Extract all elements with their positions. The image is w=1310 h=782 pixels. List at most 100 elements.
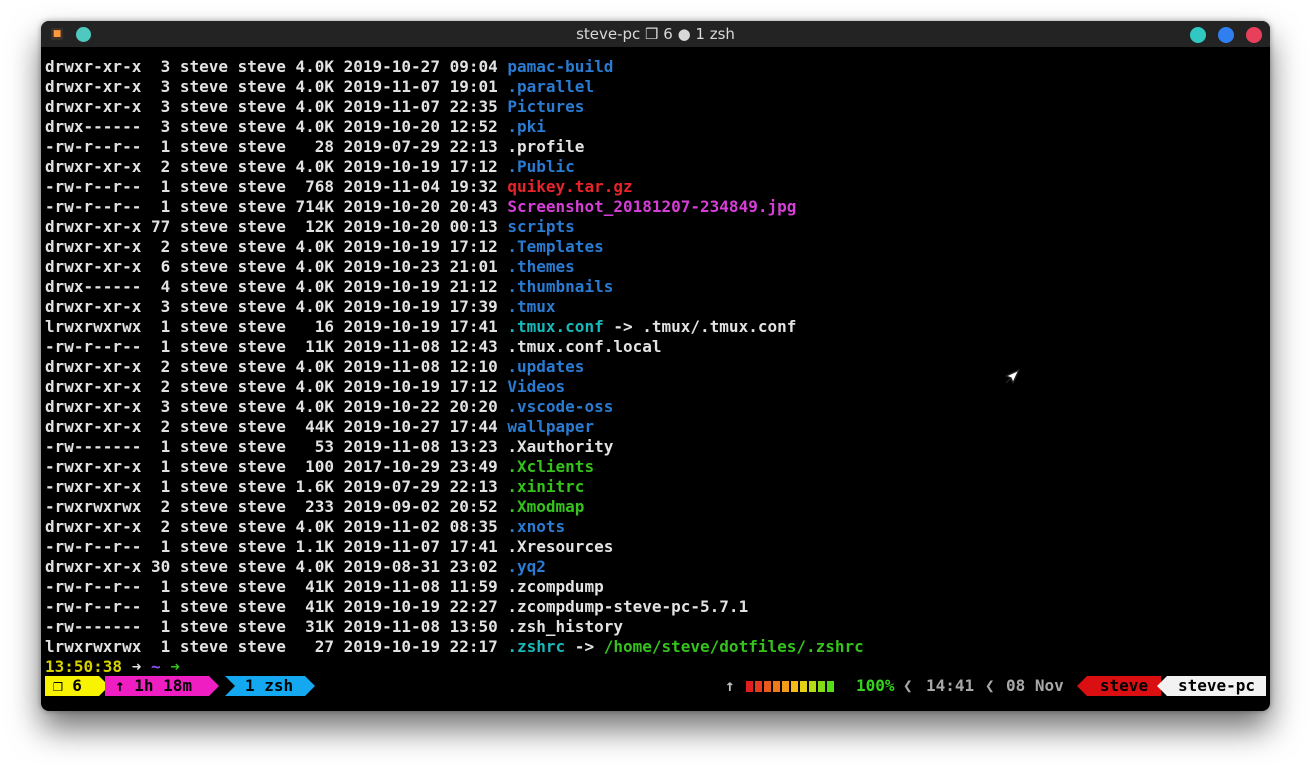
terminal-window: ■ steve-pc ❒ 6 ● 1 zsh drwxr-xr-x 3 stev… (41, 21, 1270, 711)
listing-row: drwxr-xr-x 3 steve steve 4.0K 2019-10-22… (45, 397, 1266, 417)
file-name: .Xauthority (507, 437, 614, 456)
tmux-status-bar: ❒ 6 ↑ 1h 18m 1 zsh ↑ 100% ❮ 14:41 ❮ 08 N… (45, 676, 1266, 696)
listing-row: lrwxrwxrwx 1 steve steve 27 2019-10-19 2… (45, 637, 1266, 657)
listing-row: drwxr-xr-x 2 steve steve 4.0K 2019-11-02… (45, 517, 1266, 537)
battery-cell (791, 681, 798, 692)
file-metadata: -rw-r--r-- 1 steve steve 1.1K 2019-11-07… (45, 537, 508, 556)
battery-cell (809, 681, 816, 692)
file-metadata: -rw-r--r-- 1 steve steve 11K 2019-11-08 … (45, 337, 508, 356)
window-tab-1-zsh[interactable]: 1 zsh (225, 676, 305, 696)
file-name: .parallel (507, 77, 595, 96)
battery-cell (800, 681, 807, 692)
listing-row: drwxr-xr-x 6 steve steve 4.0K 2019-10-23… (45, 257, 1266, 277)
listing-row: -rwxrwxrwx 2 steve steve 233 2019-09-02 … (45, 497, 1266, 517)
minimize-button[interactable] (1190, 27, 1206, 43)
symlink-target: .tmux/.tmux.conf (642, 317, 797, 336)
terminal-output[interactable]: drwxr-xr-x 3 steve steve 4.0K 2019-10-27… (45, 57, 1266, 677)
separator-icon: ❮ (985, 676, 995, 695)
user-segment-tip (1077, 676, 1087, 696)
listing-row: -rw-r--r-- 1 steve steve 714K 2019-10-20… (45, 197, 1266, 217)
file-name: .Xmodmap (507, 497, 585, 516)
file-name: .tmux.conf (507, 317, 604, 336)
file-name: .profile (507, 137, 585, 156)
file-metadata: drwxr-xr-x 2 steve steve 4.0K 2019-10-19… (45, 157, 508, 176)
file-metadata: -rw-r--r-- 1 steve steve 41K 2019-11-08 … (45, 577, 508, 596)
listing-row: drwxr-xr-x 3 steve steve 4.0K 2019-11-07… (45, 77, 1266, 97)
prompt-time: 13:50:38 (45, 657, 123, 676)
file-metadata: lrwxrwxrwx 1 steve steve 16 2019-10-19 1… (45, 317, 508, 336)
file-metadata: -rw------- 1 steve steve 31K 2019-11-08 … (45, 617, 508, 636)
file-metadata: drwxr-xr-x 3 steve steve 4.0K 2019-10-27… (45, 57, 508, 76)
file-name: .tmux.conf.local (507, 337, 662, 356)
listing-row: -rw-r--r-- 1 steve steve 768 2019-11-04 … (45, 177, 1266, 197)
file-name: .themes (507, 257, 575, 276)
file-metadata: lrwxrwxrwx 1 steve steve 27 2019-10-19 2… (45, 637, 508, 656)
listing-row: -rw-r--r-- 1 steve steve 41K 2019-11-08 … (45, 577, 1266, 597)
file-metadata: drwxr-xr-x 2 steve steve 4.0K 2019-11-02… (45, 517, 508, 536)
listing-row: drwxr-xr-x 3 steve steve 4.0K 2019-10-27… (45, 57, 1266, 77)
host-segment: steve-pc (1167, 676, 1266, 696)
file-metadata: -rw-r--r-- 1 steve steve 41K 2019-10-19 … (45, 597, 508, 616)
listing-row: drwxr-xr-x 3 steve steve 4.0K 2019-10-19… (45, 297, 1266, 317)
file-metadata: -rw-r--r-- 1 steve steve 714K 2019-10-20… (45, 197, 508, 216)
file-name: .Xclients (507, 457, 595, 476)
listing-row: drwxr-xr-x 2 steve steve 4.0K 2019-10-19… (45, 157, 1266, 177)
file-metadata: drwxr-xr-x 2 steve steve 4.0K 2019-10-19… (45, 237, 508, 256)
listing-row: -rw-r--r-- 1 steve steve 11K 2019-11-08 … (45, 337, 1266, 357)
symlink-arrow: -> (565, 637, 604, 656)
close-button[interactable] (1246, 27, 1262, 43)
maximize-button[interactable] (1218, 27, 1234, 43)
file-name: .thumbnails (507, 277, 614, 296)
status-time: 14:41 (926, 676, 975, 695)
file-name: pamac-build (507, 57, 614, 76)
file-metadata: -rwxr-xr-x 1 steve steve 100 2017-10-29 … (45, 457, 508, 476)
file-name: .pki (507, 117, 546, 136)
file-metadata: -rw-r--r-- 1 steve steve 768 2019-11-04 … (45, 177, 508, 196)
listing-row: drwx------ 4 steve steve 4.0K 2019-10-19… (45, 277, 1266, 297)
file-metadata: drwxr-xr-x 6 steve steve 4.0K 2019-10-23… (45, 257, 508, 276)
host-segment-tip (1157, 676, 1167, 696)
file-metadata: -rw-r--r-- 1 steve steve 28 2019-07-29 2… (45, 137, 508, 156)
listing-row: drwxr-xr-x 2 steve steve 4.0K 2019-10-19… (45, 377, 1266, 397)
file-name: .zcompdump-steve-pc-5.7.1 (507, 597, 749, 616)
file-name: .Public (507, 157, 575, 176)
upload-arrow-icon: ↑ (725, 676, 735, 695)
symlink-target: /home/steve/dotfiles/.zshrc (603, 637, 864, 656)
window-title: steve-pc ❒ 6 ● 1 zsh (576, 25, 735, 43)
file-name: Screenshot_20181207-234849.jpg (507, 197, 797, 216)
file-name: wallpaper (507, 417, 595, 436)
separator-icon: ❮ (903, 676, 913, 695)
file-metadata: drwxr-xr-x 2 steve steve 4.0K 2019-10-19… (45, 377, 508, 396)
window-tab-notch (225, 676, 235, 696)
battery-bar (746, 681, 834, 692)
listing-row: drwxr-xr-x 77 steve steve 12K 2019-10-20… (45, 217, 1266, 237)
file-name: scripts (507, 217, 575, 236)
window-tab-tip (305, 676, 315, 696)
file-name: Videos (507, 377, 566, 396)
file-name: .Templates (507, 237, 604, 256)
listing-row: -rw-r--r-- 1 steve steve 1.1K 2019-11-07… (45, 537, 1266, 557)
prompt-arrow-icon: ➜ (122, 657, 151, 676)
title-bar[interactable]: ■ steve-pc ❒ 6 ● 1 zsh (41, 21, 1270, 47)
prompt-arrow-icon: ➜ (160, 657, 180, 676)
file-metadata: drwxr-xr-x 77 steve steve 12K 2019-10-20… (45, 217, 508, 236)
file-metadata: drwxr-xr-x 2 steve steve 4.0K 2019-11-08… (45, 357, 508, 376)
file-name: .vscode-oss (507, 397, 614, 416)
file-metadata: drwxr-xr-x 3 steve steve 4.0K 2019-11-07… (45, 77, 508, 96)
user-segment: steve (1087, 676, 1161, 696)
file-name: quikey.tar.gz (507, 177, 633, 196)
listing-row: drwxr-xr-x 30 steve steve 4.0K 2019-08-3… (45, 557, 1266, 577)
file-name: .zsh_history (507, 617, 623, 636)
uptime-segment: ↑ 1h 18m (105, 676, 209, 696)
shell-prompt[interactable]: 13:50:38 ➜ ~ ➜ (45, 657, 1266, 677)
listing-row: -rw-r--r-- 1 steve steve 41K 2019-10-19 … (45, 597, 1266, 617)
session-segment[interactable]: ❒ 6 (45, 676, 99, 696)
file-metadata: -rwxrwxrwx 2 steve steve 233 2019-09-02 … (45, 497, 508, 516)
file-name: .yq2 (507, 557, 546, 576)
listing-row: drwxr-xr-x 2 steve steve 4.0K 2019-10-19… (45, 237, 1266, 257)
file-name: .Xresources (507, 537, 614, 556)
battery-percent: 100% (856, 676, 895, 695)
prompt-directory: ~ (150, 657, 161, 676)
file-name: .zshrc (507, 637, 566, 656)
file-name: Pictures (507, 97, 585, 116)
